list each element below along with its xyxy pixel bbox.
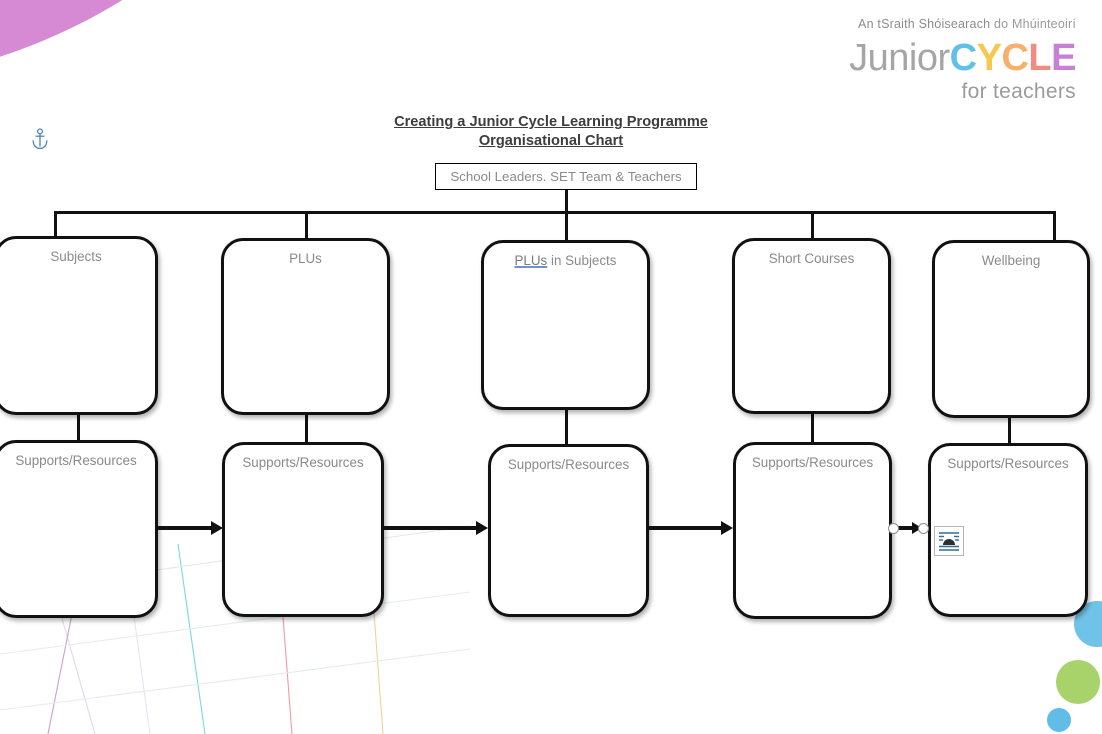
node-plus-in-subjects-rest: in Subjects (547, 253, 617, 268)
node-supports-2[interactable]: Supports/Resources (222, 442, 384, 617)
logo-wordmark: JuniorCYCLE (849, 39, 1076, 77)
resize-handle-left[interactable] (888, 523, 899, 534)
connector-root-to-bus (565, 190, 568, 213)
logo-tagline-strong: An tSraith Shóisearach (858, 17, 991, 31)
logo-tagline-light: do Mhúinteoirí (990, 17, 1076, 31)
decorative-circle-blue-small (1047, 708, 1071, 732)
logo-word-junior: Junior (849, 36, 950, 79)
page-title-line1: Creating a Junior Cycle Learning Program… (394, 114, 708, 130)
logo-letter-e: E (1051, 36, 1076, 79)
node-short-courses[interactable]: Short Courses (732, 238, 891, 414)
page-title: Creating a Junior Cycle Learning Program… (0, 113, 1102, 150)
junior-cycle-logo: An tSraith Shóisearach do Mhúinteoirí Ju… (849, 18, 1076, 102)
text-wrap-glyph (939, 532, 959, 551)
node-supports-1[interactable]: Supports/Resources (0, 440, 158, 618)
org-root-box[interactable]: School Leaders. SET Team & Teachers (435, 163, 697, 190)
connector-drop-4 (811, 211, 814, 240)
logo-letter-y: Y (976, 36, 1002, 79)
arrow-supports-1-to-2 (157, 521, 225, 535)
connector-drop-5 (1053, 211, 1056, 240)
node-supports-4-label: Supports/Resources (751, 455, 874, 470)
decorative-circle-green (1056, 660, 1100, 704)
node-supports-4[interactable]: Supports/Resources (733, 442, 892, 619)
node-plus-in-subjects[interactable]: PLUs in Subjects (481, 240, 650, 410)
node-plus-in-subjects-link[interactable]: PLUs (515, 253, 548, 268)
text-wrap-layout-options-icon[interactable] (934, 526, 964, 556)
resize-handle-right[interactable] (918, 523, 929, 534)
node-wellbeing-label: Wellbeing (981, 253, 1041, 268)
node-supports-2-label: Supports/Resources (242, 455, 364, 470)
arrow-head (721, 521, 733, 535)
arrow-head (476, 521, 488, 535)
node-subjects[interactable]: Subjects (0, 236, 158, 415)
logo-letter-c2: C (1001, 36, 1029, 79)
logo-tagline: An tSraith Shóisearach do Mhúinteoirí (849, 18, 1076, 31)
document-page: An tSraith Shóisearach do Mhúinteoirí Ju… (0, 0, 1102, 734)
connector-drop-3 (565, 211, 568, 240)
connector-mid-4 (811, 411, 814, 444)
node-supports-3-label: Supports/Resources (507, 457, 630, 472)
connector-mid-1 (77, 410, 80, 444)
arrow-supports-3-to-4 (648, 521, 735, 535)
node-supports-5-label: Supports/Resources (947, 456, 1069, 471)
connector-mid-2 (305, 412, 308, 444)
logo-for-teachers: for teachers (961, 79, 1076, 103)
page-title-line2: Organisational Chart (478, 132, 624, 149)
logo-letter-l: L (1028, 36, 1052, 79)
connector-drop-1 (54, 211, 57, 238)
arrow-shaft (157, 526, 213, 530)
connector-mid-5 (1008, 415, 1011, 444)
connector-horizontal-bus (54, 211, 1056, 214)
arrow-shaft (648, 526, 723, 530)
node-plus-label: PLUs (289, 251, 322, 266)
arrow-shaft (383, 526, 478, 530)
node-short-courses-label: Short Courses (768, 251, 855, 266)
arrow-head (211, 521, 223, 535)
selected-connector[interactable] (888, 520, 930, 536)
arrow-supports-2-to-3 (383, 521, 490, 535)
node-supports-1-label: Supports/Resources (15, 453, 137, 468)
node-supports-3[interactable]: Supports/Resources (488, 444, 649, 617)
connector-mid-3 (565, 407, 568, 444)
connector-drop-2 (305, 211, 308, 240)
corner-blob-shape (0, 0, 310, 90)
node-wellbeing[interactable]: Wellbeing (932, 240, 1090, 418)
org-root-label: School Leaders. SET Team & Teachers (450, 169, 682, 184)
node-plus-in-subjects-label: PLUs in Subjects (484, 253, 647, 269)
logo-letter-c1: C (949, 36, 977, 79)
node-subjects-label: Subjects (50, 249, 102, 264)
node-plus[interactable]: PLUs (221, 238, 390, 415)
